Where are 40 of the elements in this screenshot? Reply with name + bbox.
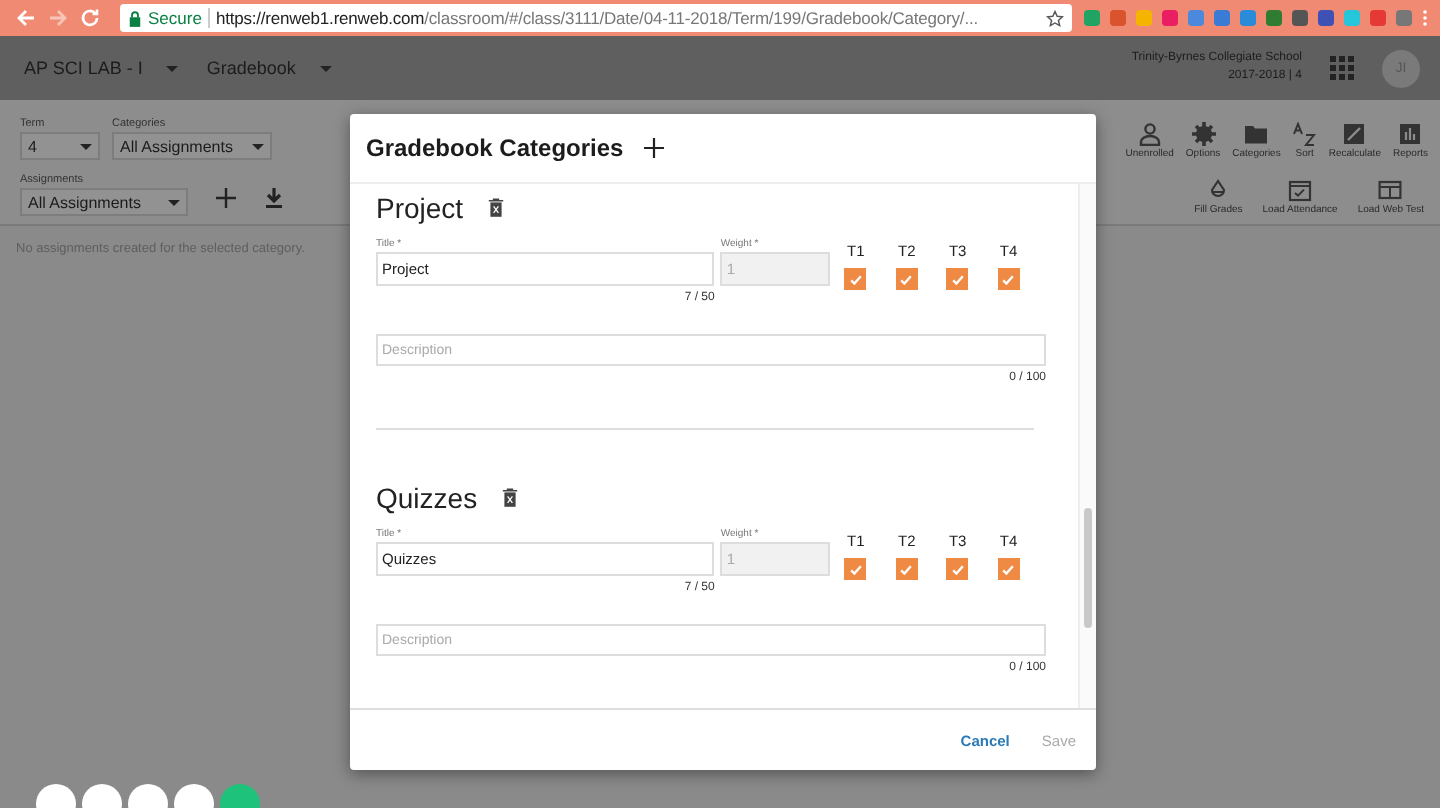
apps-grid-icon[interactable]: [1330, 56, 1354, 80]
sort-icon: [1292, 122, 1317, 146]
person-icon: [1137, 122, 1162, 146]
slash-square-icon: [1342, 122, 1367, 146]
term-checkbox[interactable]: [844, 558, 867, 580]
term-checkbox[interactable]: [997, 558, 1020, 580]
add-icon[interactable]: [643, 138, 664, 158]
term-checkbox[interactable]: [946, 558, 969, 580]
star-icon[interactable]: [1046, 9, 1064, 27]
reload-icon[interactable]: [80, 8, 100, 28]
more-icon[interactable]: [1422, 8, 1428, 28]
term-checkbox[interactable]: [844, 268, 867, 290]
filter-dropdown[interactable]: 4: [20, 132, 100, 160]
address-bar[interactable]: Secure https://renweb1.renweb.com/classroom/#/class/3111/Date/04-11-2018/Term/199/Gradebook/Category/...: [120, 4, 1072, 32]
forward-icon[interactable]: [48, 8, 68, 28]
bar-chart-icon: [1398, 122, 1423, 146]
dialog-title: Gradebook Categories: [366, 134, 624, 162]
filter-dropdown[interactable]: All Assignments: [112, 132, 272, 160]
class-menu[interactable]: AP SCI LAB - I: [24, 58, 179, 78]
folder-icon: [1244, 122, 1269, 146]
term-checkbox[interactable]: [895, 268, 918, 290]
category-heading: Project: [376, 192, 464, 224]
scrollbar[interactable]: [1078, 184, 1096, 708]
section-menu[interactable]: Gradebook: [206, 58, 332, 78]
secure-label: Secure: [148, 8, 210, 28]
download-icon[interactable]: [264, 188, 284, 208]
window-icon: [1378, 178, 1403, 202]
delete-icon[interactable]: [501, 488, 518, 508]
term-checkbox[interactable]: [997, 268, 1020, 290]
lock-icon: [128, 9, 142, 27]
settings-icon: [1191, 122, 1216, 146]
back-icon[interactable]: [16, 8, 36, 28]
url-text: https://renweb1.renweb.com/classroom/#/class/3111/Date/04-11-2018/Term/199/Gradebook/Category/...: [215, 8, 980, 28]
delete-icon[interactable]: [487, 198, 504, 218]
term-checkbox[interactable]: [895, 558, 918, 580]
term-checkbox[interactable]: [946, 268, 969, 290]
calendar-check-icon: [1288, 178, 1313, 202]
category-heading: Quizzes: [376, 482, 478, 514]
assignments-dropdown[interactable]: All Assignments: [20, 188, 188, 216]
drop-icon: [1206, 178, 1231, 202]
